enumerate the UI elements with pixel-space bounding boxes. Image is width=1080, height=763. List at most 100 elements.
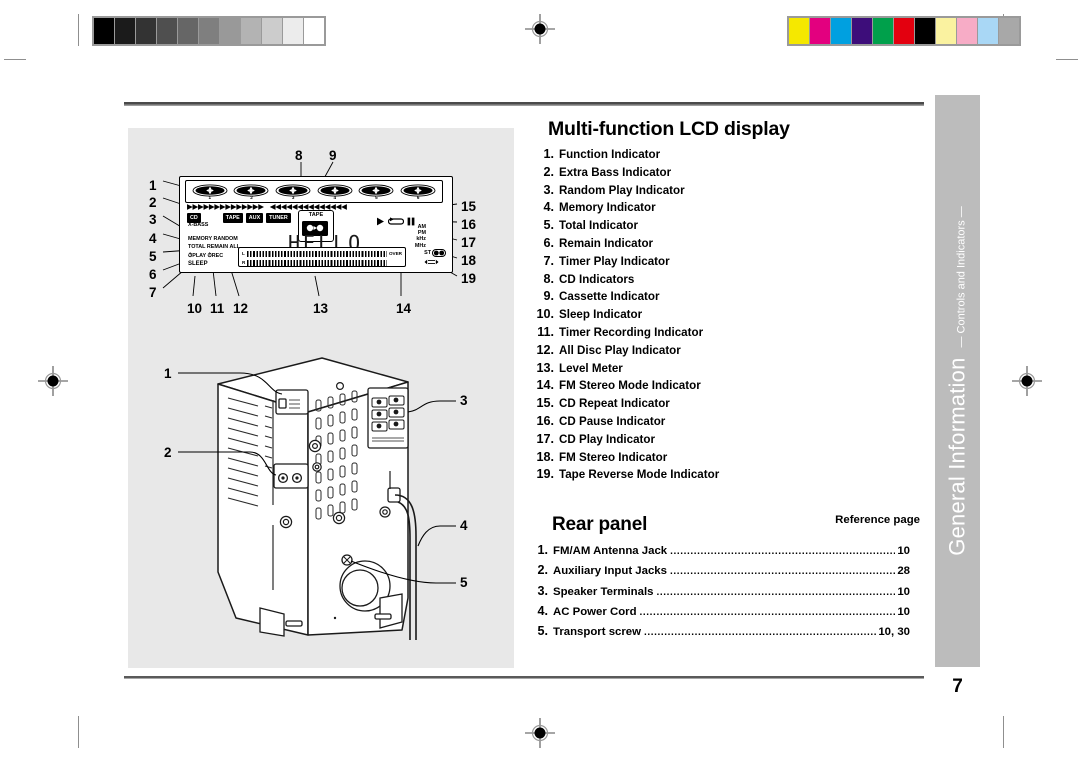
fm-stereo-indicator: ST bbox=[424, 249, 446, 257]
list-item-label: Total Indicator bbox=[559, 219, 639, 233]
total-remain-all-indicators: TOTAL REMAIN ALL bbox=[188, 244, 240, 251]
rear-reference-item: 2. Auxiliary Input Jacks.................… bbox=[528, 561, 910, 581]
dot-leader: ........................................… bbox=[644, 626, 876, 638]
tape-reverse-mode-indicator bbox=[424, 258, 446, 268]
rear-panel-illustration bbox=[178, 357, 456, 640]
cd-play-indicator-icon bbox=[377, 217, 384, 226]
color-swatch bbox=[873, 18, 893, 44]
lcd-indicator-item: 17. CD Play Indicator bbox=[528, 431, 920, 449]
lcd-panel: 123456 ▶▶▶▶▶▶▶▶▶▶▶▶▶▶ ◀◀◀◀◀◀◀◀◀◀◀◀◀◀ CD T… bbox=[179, 176, 453, 273]
lcd-callout-17: 17 bbox=[461, 235, 477, 250]
list-item-number: 11. bbox=[537, 324, 554, 339]
lcd-callout-9: 9 bbox=[329, 148, 337, 163]
list-item-number: 18. bbox=[536, 449, 554, 464]
reference-page-number: 28 bbox=[897, 565, 910, 578]
list-item-number: 4. bbox=[543, 200, 554, 215]
badge-tuner: TUNER bbox=[266, 213, 291, 223]
level-meter-row-right: R OVER bbox=[242, 259, 402, 266]
lcd-callout-16: 16 bbox=[461, 217, 477, 232]
cd-indicators-row: 1 2 3 4 5 6 bbox=[185, 180, 443, 203]
list-item-number: 1. bbox=[543, 147, 554, 161]
level-meter-over-label: OVER bbox=[388, 251, 402, 256]
lcd-indicator-item: 11. Timer Recording Indicator bbox=[528, 324, 920, 342]
list-item-number: 4. bbox=[537, 603, 548, 618]
cd-pause-indicator-icon bbox=[407, 217, 415, 226]
track-arrows-forward: ▶▶▶▶▶▶▶▶▶▶▶▶▶▶ bbox=[187, 203, 264, 211]
stereo-and-reverse-indicators: ST bbox=[424, 249, 446, 268]
lcd-indicator-item: 8. CD Indicators bbox=[528, 271, 920, 289]
grayscale-swatch bbox=[157, 18, 177, 44]
list-item-label: Sleep Indicator bbox=[559, 308, 643, 322]
grayscale-swatch bbox=[178, 18, 198, 44]
lcd-callout-2: 2 bbox=[149, 195, 157, 210]
list-item-label: Cassette Indicator bbox=[559, 290, 660, 304]
lcd-indicator-item: 10. Sleep Indicator bbox=[528, 306, 920, 324]
list-item-label: CD Repeat Indicator bbox=[559, 397, 670, 411]
lcd-indicator-item: 13. Level Meter bbox=[528, 360, 920, 378]
color-swatch bbox=[978, 18, 998, 44]
chapter-subtitle: — Controls and Indicators — bbox=[955, 206, 968, 348]
lcd-callout-8: 8 bbox=[295, 148, 303, 163]
timer-recording-indicator: REC bbox=[211, 253, 224, 259]
list-item-number: 12. bbox=[536, 342, 554, 357]
list-item-number: 5. bbox=[543, 218, 554, 233]
grayscale-swatch bbox=[283, 18, 303, 44]
list-item-label: Level Meter bbox=[559, 361, 623, 375]
list-item-number: 3. bbox=[543, 182, 554, 197]
grayscale-swatch bbox=[262, 18, 282, 44]
lcd-callout-7: 7 bbox=[149, 285, 157, 300]
list-item-label: Timer Recording Indicator bbox=[559, 325, 704, 339]
cd-disc-number: 3 bbox=[291, 195, 295, 200]
color-swatch bbox=[831, 18, 851, 44]
lcd-callout-18: 18 bbox=[461, 253, 477, 268]
lcd-indicator-item: 7. Timer Play Indicator bbox=[528, 253, 920, 271]
list-item-number: 13. bbox=[536, 360, 554, 375]
cd-repeat-indicator-icon bbox=[388, 217, 404, 225]
crop-tick-left-upper bbox=[4, 59, 26, 60]
remain-indicator: REMAIN bbox=[206, 244, 229, 250]
list-item-number: 9. bbox=[543, 289, 554, 304]
grayscale-swatch bbox=[136, 18, 156, 44]
level-meter-left-bars bbox=[247, 250, 387, 257]
list-item-number: 2. bbox=[543, 164, 554, 179]
dot-leader: ........................................… bbox=[639, 606, 896, 618]
reference-page-number: 10 bbox=[897, 605, 910, 618]
lcd-callout-11: 11 bbox=[210, 301, 225, 316]
color-swatch bbox=[957, 18, 977, 44]
cd-disc-number: 5 bbox=[375, 195, 378, 200]
list-item-number: 6. bbox=[543, 235, 554, 250]
level-meter: L OVER R OVER bbox=[238, 247, 406, 267]
list-item-number: 1. bbox=[537, 543, 548, 558]
list-item-label: Random Play Indicator bbox=[559, 183, 685, 197]
lcd-callout-14: 14 bbox=[396, 301, 412, 316]
frequency-unit-indicators: AM PM kHz MHz bbox=[415, 224, 426, 249]
page-number: 7 bbox=[952, 676, 963, 697]
lcd-indicator-item: 12. All Disc Play Indicator bbox=[528, 342, 920, 360]
list-item-label: Memory Indicator bbox=[559, 201, 656, 215]
registration-mark-icon bbox=[38, 366, 68, 396]
list-item-label: CD Indicators bbox=[559, 272, 635, 286]
list-item-label: Extra Bass Indicator bbox=[559, 165, 672, 179]
color-swatch bbox=[852, 18, 872, 44]
lcd-indicator-item: 19. Tape Reverse Mode Indicator bbox=[528, 466, 920, 484]
list-item-number: 15. bbox=[536, 396, 554, 411]
level-meter-right-bars bbox=[247, 259, 387, 266]
rear-reference-item: 3. Speaker Terminals.....................… bbox=[528, 582, 910, 602]
list-item-number: 14. bbox=[536, 378, 554, 393]
list-item-label: Transport screw bbox=[553, 625, 641, 638]
list-item-label: All Disc Play Indicator bbox=[559, 343, 681, 357]
lcd-indicator-list: 1. Function Indicator 2. Extra Bass Indicat… bbox=[528, 146, 920, 484]
tape-reverse-mode-icon bbox=[424, 259, 439, 265]
list-item-number: 7. bbox=[543, 253, 554, 268]
cd-disc-number: 4 bbox=[333, 195, 337, 200]
random-indicator: RANDOM bbox=[213, 236, 238, 242]
reference-page-number: 10 bbox=[897, 545, 910, 558]
color-swatch bbox=[915, 18, 935, 44]
grayscale-swatch bbox=[304, 18, 324, 44]
khz-indicator: kHz bbox=[416, 236, 426, 243]
lcd-indicator-item: 15. CD Repeat Indicator bbox=[528, 395, 920, 413]
lcd-indicator-item: 9. Cassette Indicator bbox=[528, 288, 920, 306]
lcd-callout-13: 13 bbox=[313, 301, 329, 316]
dot-leader: ........................................… bbox=[670, 546, 896, 558]
grayscale-calibration-wedge bbox=[92, 16, 326, 46]
